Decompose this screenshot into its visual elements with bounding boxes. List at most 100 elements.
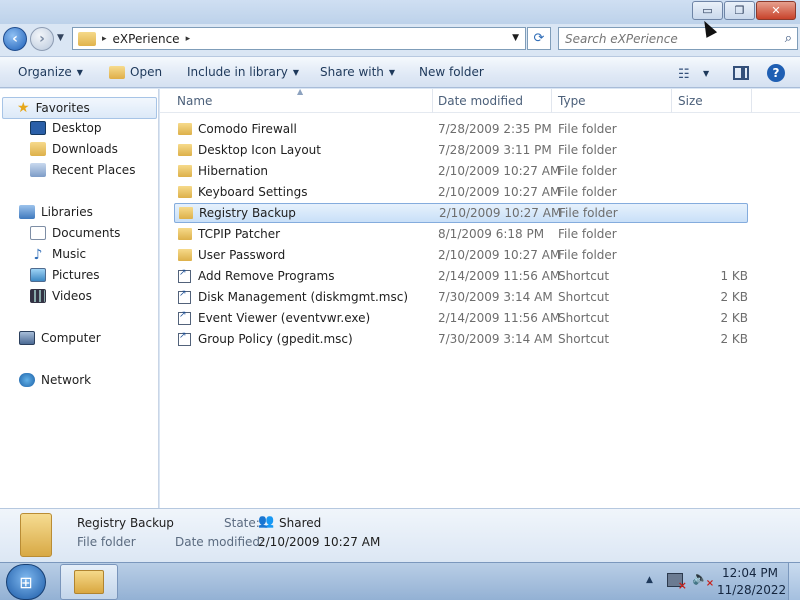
- file-size: 1 KB: [720, 269, 748, 283]
- change-view-icon[interactable]: ☷: [678, 67, 690, 82]
- file-row[interactable]: Add Remove Programs 2/14/2009 11:56 AM S…: [174, 266, 748, 286]
- search-icon[interactable]: ⌕: [785, 31, 792, 46]
- file-row[interactable]: TCPIP Patcher 8/1/2009 6:18 PM File fold…: [174, 224, 748, 244]
- downloads-folder-icon: [30, 142, 46, 156]
- music-note-icon: ♪: [33, 247, 43, 263]
- sidebar-item-music[interactable]: ♪ Music: [30, 247, 87, 263]
- file-row[interactable]: Disk Management (diskmgmt.msc) 7/30/2009…: [174, 287, 748, 307]
- start-button[interactable]: ⊞: [6, 564, 46, 600]
- column-header-type[interactable]: Type: [558, 94, 586, 108]
- file-name: Event Viewer (eventvwr.exe): [198, 311, 371, 325]
- file-row[interactable]: Group Policy (gpedit.msc) 7/30/2009 3:14…: [174, 329, 748, 349]
- file-name: Hibernation: [198, 164, 269, 178]
- sidebar-item-libraries[interactable]: Libraries: [19, 205, 93, 219]
- refresh-button[interactable]: ⟳: [527, 27, 551, 50]
- file-type: Shortcut: [558, 332, 610, 346]
- minimize-button[interactable]: ▭: [692, 1, 723, 20]
- open-button[interactable]: Open: [109, 65, 162, 79]
- file-date: 2/14/2009 11:56 AM: [438, 311, 561, 325]
- file-type: Shortcut: [558, 311, 610, 325]
- breadcrumb-separator-icon[interactable]: ▸: [102, 34, 107, 44]
- title-bar[interactable]: ▭ ❐ ✕: [0, 0, 800, 24]
- column-header-row: ▲ Name Date modified Type Size: [160, 87, 800, 113]
- file-row[interactable]: Event Viewer (eventvwr.exe) 2/14/2009 11…: [174, 308, 748, 328]
- file-name: User Password: [198, 248, 286, 262]
- file-date: 7/30/2009 3:14 AM: [438, 332, 553, 346]
- file-list: ▲ Name Date modified Type Size Comodo Fi…: [160, 87, 800, 508]
- sidebar-item-computer[interactable]: Computer: [19, 331, 101, 345]
- file-type: File folder: [559, 206, 618, 220]
- sidebar-item-downloads[interactable]: Downloads: [30, 142, 118, 156]
- clock-time[interactable]: 12:04 PM: [720, 566, 780, 580]
- column-divider[interactable]: [671, 89, 672, 113]
- sidebar-item-documents[interactable]: Documents: [30, 226, 120, 240]
- column-divider[interactable]: [432, 89, 433, 113]
- file-date: 7/28/2009 3:11 PM: [438, 143, 552, 157]
- clock-date[interactable]: 11/28/2022: [717, 583, 786, 597]
- details-date-label: Date modified:: [175, 535, 265, 549]
- show-hidden-icons-icon[interactable]: ▲: [646, 575, 653, 585]
- recent-pages-dropdown-icon[interactable]: ▼: [57, 33, 64, 43]
- sidebar-item-pictures[interactable]: Pictures: [30, 268, 100, 282]
- column-header-name[interactable]: Name: [177, 94, 212, 108]
- back-button[interactable]: ‹: [3, 27, 27, 51]
- column-header-date[interactable]: Date modified: [438, 94, 523, 108]
- address-dropdown-icon[interactable]: ▼: [512, 33, 519, 43]
- file-type: Shortcut: [558, 290, 610, 304]
- sidebar-item-label: Documents: [52, 226, 121, 240]
- videos-film-icon: [30, 289, 46, 303]
- folder-icon: [178, 228, 192, 240]
- close-button[interactable]: ✕: [756, 1, 796, 20]
- sidebar-item-network[interactable]: Network: [19, 373, 91, 387]
- sidebar-item-videos[interactable]: Videos: [30, 289, 92, 303]
- file-name: Add Remove Programs: [198, 269, 335, 283]
- file-row[interactable]: User Password 2/10/2009 10:27 AM File fo…: [174, 245, 748, 265]
- volume-muted-icon[interactable]: 🔈: [692, 571, 714, 589]
- file-row[interactable]: Hibernation 2/10/2009 10:27 AM File fold…: [174, 161, 748, 181]
- pictures-icon: [30, 268, 46, 282]
- file-type: File folder: [558, 164, 617, 178]
- file-date: 2/14/2009 11:56 AM: [438, 269, 561, 283]
- maximize-button[interactable]: ❐: [724, 1, 755, 20]
- details-state: Shared: [279, 516, 322, 530]
- file-type: File folder: [558, 122, 617, 136]
- sidebar-item-label: Pictures: [52, 268, 100, 282]
- file-name: Keyboard Settings: [198, 185, 308, 199]
- sidebar-item-desktop[interactable]: Desktop: [30, 121, 102, 135]
- breadcrumb-separator-icon[interactable]: ▸: [186, 34, 191, 44]
- organize-button[interactable]: Organize ▼: [18, 65, 83, 79]
- include-in-library-button[interactable]: Include in library ▼: [187, 65, 299, 79]
- file-row-selected[interactable]: Registry Backup 2/10/2009 10:27 AM File …: [174, 203, 748, 223]
- chevron-down-icon: ▼: [76, 67, 83, 77]
- computer-icon: [19, 331, 35, 345]
- show-desktop-button[interactable]: [788, 563, 800, 600]
- recent-places-icon: [30, 163, 46, 177]
- file-row[interactable]: Comodo Firewall 7/28/2009 2:35 PM File f…: [174, 119, 748, 139]
- breadcrumb-item[interactable]: eXPerience: [113, 32, 180, 46]
- file-row[interactable]: Desktop Icon Layout 7/28/2009 3:11 PM Fi…: [174, 140, 748, 160]
- sidebar-item-recent-places[interactable]: Recent Places: [30, 163, 135, 177]
- address-bar[interactable]: ▸ eXPerience ▸ ▼: [72, 27, 526, 50]
- explorer-folder-icon: [74, 570, 104, 594]
- file-name: TCPIP Patcher: [198, 227, 281, 241]
- new-folder-button[interactable]: New folder: [419, 65, 484, 79]
- sidebar-item-favorites[interactable]: ★ Favorites: [2, 97, 157, 119]
- column-divider[interactable]: [551, 89, 552, 113]
- sidebar-item-label: Libraries: [41, 205, 93, 219]
- network-disconnected-icon[interactable]: [667, 573, 687, 592]
- view-options-dropdown-icon[interactable]: ▼: [703, 69, 709, 78]
- help-icon[interactable]: ?: [767, 64, 785, 82]
- column-divider[interactable]: [751, 89, 752, 113]
- details-date: 2/10/2009 10:27 AM: [258, 535, 381, 549]
- column-header-size[interactable]: Size: [678, 94, 703, 108]
- share-with-button[interactable]: Share with ▼: [320, 65, 395, 79]
- network-globe-icon: [19, 373, 35, 387]
- forward-button[interactable]: ›: [30, 27, 54, 51]
- explorer-window: ▭ ❐ ✕ ‹ › ▼ ▸ eXPerience ▸ ▼ ⟳ ⌕ Organiz…: [0, 0, 800, 562]
- file-row[interactable]: Keyboard Settings 2/10/2009 10:27 AM Fil…: [174, 182, 748, 202]
- search-input[interactable]: [559, 31, 769, 46]
- preview-pane-icon[interactable]: [733, 66, 749, 80]
- shared-users-icon: 👥: [258, 514, 275, 529]
- taskbar-explorer-button[interactable]: [60, 564, 118, 600]
- search-box[interactable]: ⌕: [558, 27, 798, 50]
